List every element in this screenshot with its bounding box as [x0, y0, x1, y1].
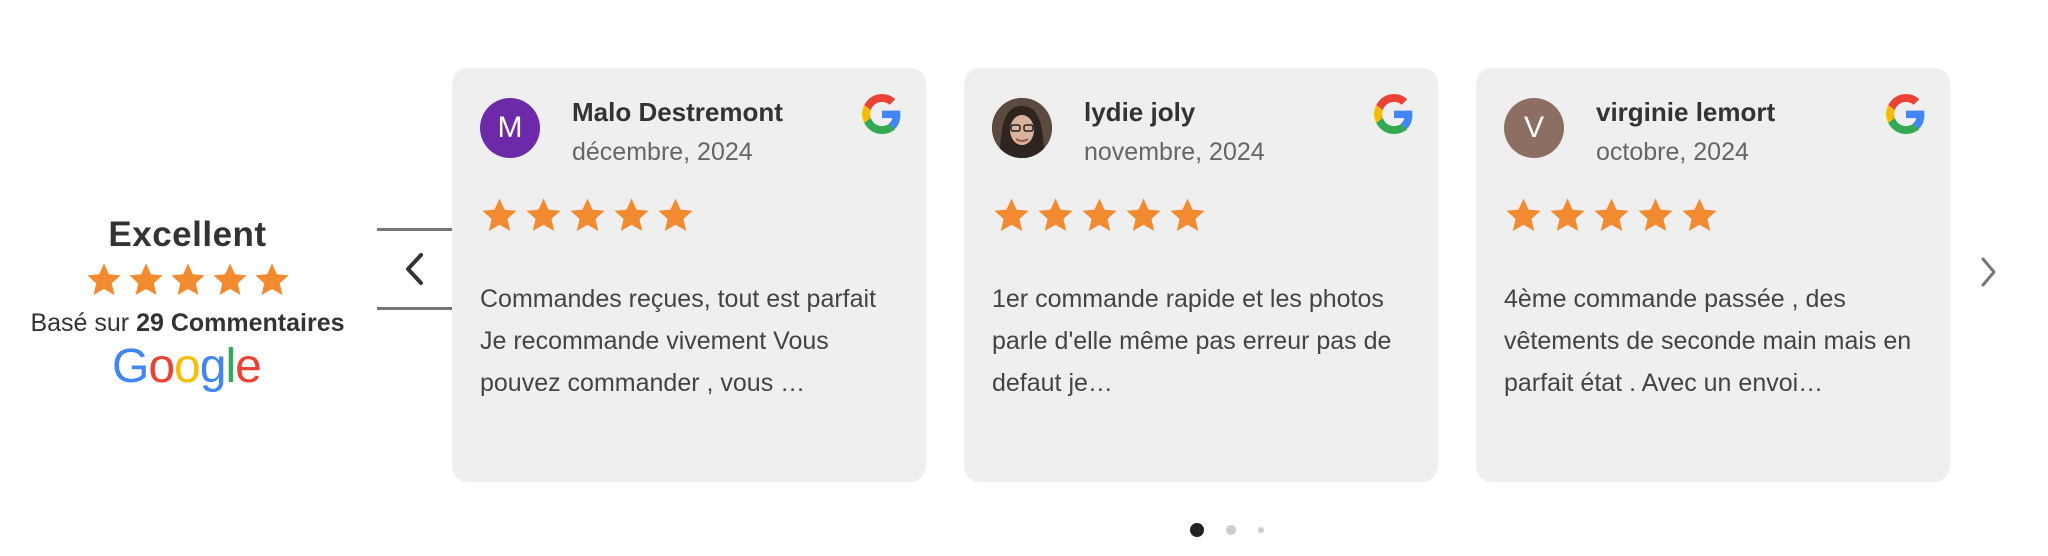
star-icon	[1126, 198, 1161, 231]
star-icon	[212, 263, 247, 296]
avatar: V	[1504, 98, 1564, 158]
star-icon	[170, 263, 205, 296]
chevron-left-icon	[406, 253, 423, 285]
rating-summary: Excellent Basé sur 29 Commentaires Googl…	[0, 215, 375, 394]
star-icon	[1638, 198, 1673, 231]
google-g-icon	[1886, 94, 1925, 134]
svg-text:Google: Google	[112, 342, 261, 393]
star-icon	[1550, 198, 1585, 231]
review-card[interactable]: lydie joly novembre, 2024 1er commande r…	[964, 68, 1438, 482]
review-text: 4ème commande passée , des vêtements de …	[1504, 285, 1912, 397]
prev-button[interactable]	[377, 228, 453, 310]
google-g-icon	[862, 94, 901, 134]
star-icon	[1682, 198, 1717, 231]
star-icon	[570, 198, 605, 231]
reviewer-name: Malo Destremont	[572, 97, 783, 127]
review-stars	[992, 196, 1207, 235]
star-icon	[1594, 198, 1629, 231]
star-icon	[86, 263, 121, 296]
review-stars	[1504, 196, 1719, 235]
next-button[interactable]	[1968, 252, 2008, 292]
avatar-photo	[992, 98, 1052, 158]
review-text: 1er commande rapide et les photos parle …	[992, 285, 1392, 397]
star-icon	[1506, 198, 1541, 231]
review-card[interactable]: V virginie lemort octobre, 2024 4ème com…	[1476, 68, 1950, 482]
reviewer-name: virginie lemort	[1596, 97, 1776, 127]
star-icon	[1038, 198, 1073, 231]
star-icon	[254, 263, 289, 296]
star-icon	[526, 198, 561, 231]
review-date: novembre, 2024	[1084, 138, 1265, 166]
avatar: M	[480, 98, 540, 158]
pagination-dot-2[interactable]	[1226, 525, 1236, 535]
avatar	[992, 98, 1052, 158]
review-date: décembre, 2024	[572, 138, 753, 166]
google-logo: Google	[0, 342, 375, 394]
reviewer-name: lydie joly	[1084, 97, 1196, 127]
pagination-dot-3[interactable]	[1258, 527, 1264, 533]
star-icon	[994, 198, 1029, 231]
review-card[interactable]: M Malo Destremont décembre, 2024 Command…	[452, 68, 926, 482]
star-icon	[658, 198, 693, 231]
star-icon	[482, 198, 517, 231]
star-icon	[614, 198, 649, 231]
pagination-dots	[1190, 523, 1264, 537]
review-stars	[480, 196, 695, 235]
chevron-right-icon	[1981, 257, 1996, 287]
google-g-icon	[1374, 94, 1413, 134]
based-prefix: Basé sur	[30, 309, 130, 337]
review-count: 29 Commentaires	[136, 309, 345, 337]
summary-stars	[0, 261, 375, 299]
rating-label: Excellent	[108, 215, 267, 254]
review-text: Commandes reçues, tout est parfait Je re…	[480, 285, 877, 397]
star-icon	[1170, 198, 1205, 231]
review-date: octobre, 2024	[1596, 138, 1749, 166]
pagination-dot-1[interactable]	[1190, 523, 1204, 537]
star-icon	[1082, 198, 1117, 231]
star-icon	[128, 263, 163, 296]
review-count-text: Basé sur 29 Commentaires	[0, 309, 375, 338]
